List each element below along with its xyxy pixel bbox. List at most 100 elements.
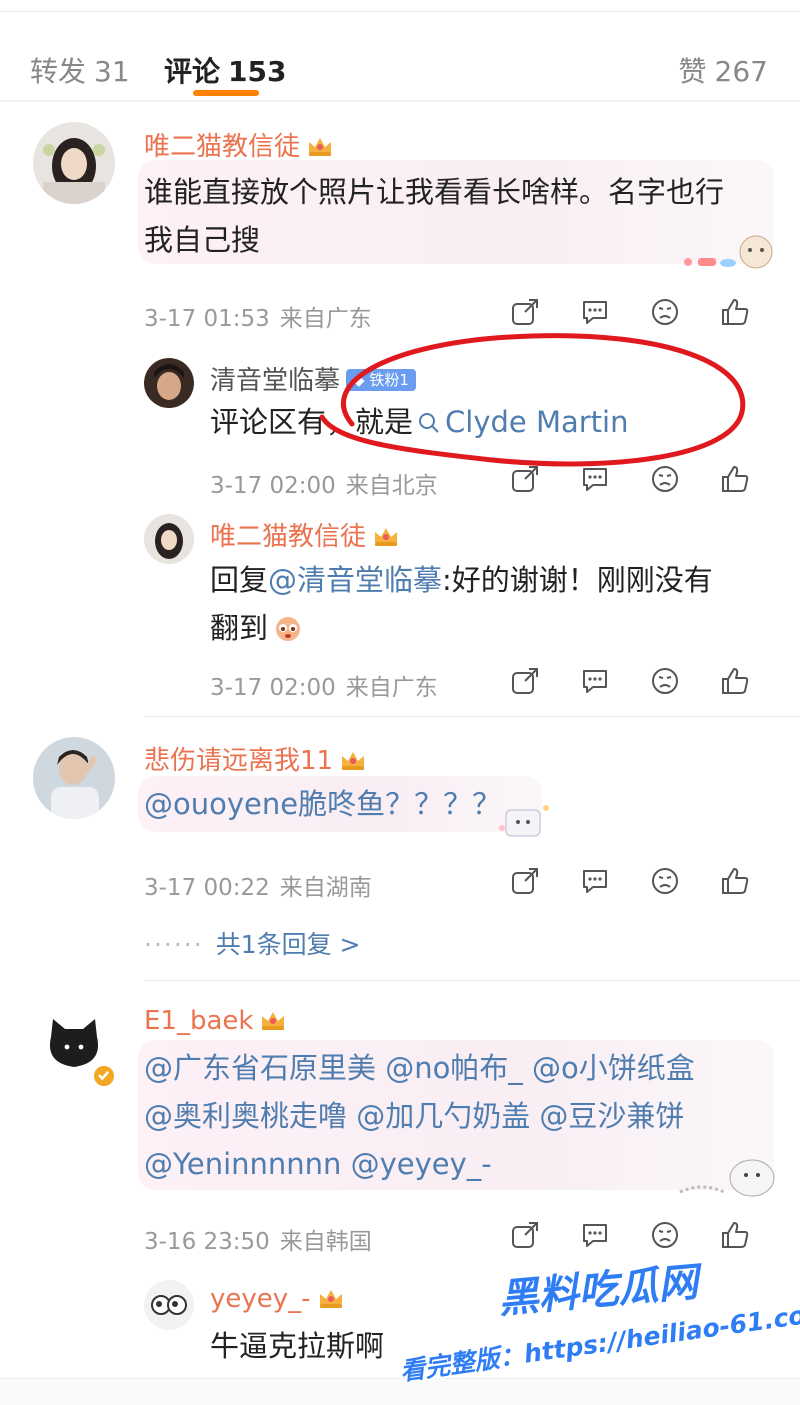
comment-text-line[interactable]: @广东省石原里美 @no帕布_ @o小饼纸盒: [144, 1044, 695, 1092]
share-button[interactable]: [490, 861, 560, 901]
comment-actions: [490, 861, 770, 901]
reply-text: 评论区有，就是 Clyde Martin: [210, 398, 628, 446]
tab-like[interactable]: 赞 267: [679, 50, 768, 90]
fan-badge: ◆ 铁粉1: [346, 369, 416, 391]
search-icon: [419, 413, 439, 433]
reply-button[interactable]: [560, 861, 630, 901]
reply-button[interactable]: [560, 1215, 630, 1255]
comment-location: 来自湖南: [279, 875, 372, 901]
reply-time: 3-17 02:00: [210, 473, 336, 499]
reply-text: 牛逼克拉斯啊: [210, 1322, 384, 1370]
mention-link[interactable]: @ouoyene脆咚鱼？？？？: [144, 787, 501, 821]
fan-badge-label: 铁粉1: [369, 371, 409, 389]
tab-repost-label: 转发: [30, 55, 87, 88]
tab-comment-label: 评论: [164, 55, 221, 88]
avatar[interactable]: [144, 1280, 194, 1330]
comment-text-line[interactable]: @Yeninnnnnn @yeyey_-: [144, 1140, 695, 1188]
active-tab-indicator: [193, 90, 259, 96]
comment-icon: [583, 301, 607, 324]
username-text: 唯二猫教信徒: [144, 132, 301, 162]
username-text: E1_baek: [144, 1006, 254, 1036]
reply-button[interactable]: [560, 292, 630, 332]
comment-time: 3-17 00:22: [144, 875, 270, 901]
like-icon: [722, 668, 749, 694]
comment-username[interactable]: 悲伤请远离我11: [144, 740, 367, 777]
avatar[interactable]: [144, 358, 194, 408]
bottom-bar: [0, 1378, 800, 1405]
like-button[interactable]: [700, 292, 770, 332]
dislike-button[interactable]: [630, 661, 700, 701]
avatar[interactable]: [144, 514, 194, 564]
reply-button[interactable]: [560, 459, 630, 499]
comment-time: 3-16 23:50: [144, 1229, 270, 1255]
reply-meta: 3-17 02:00 来自北京: [210, 466, 438, 500]
dislike-button[interactable]: [630, 459, 700, 499]
tab-divider: [0, 100, 800, 102]
comment-meta: 3-17 00:22 来自湖南: [144, 868, 372, 902]
dislike-button[interactable]: [630, 861, 700, 901]
comment-time: 3-17 01:53: [144, 306, 270, 332]
reply-text-line: 翻到: [210, 611, 269, 645]
like-button[interactable]: [700, 661, 770, 701]
dislike-button[interactable]: [630, 292, 700, 332]
reply-username[interactable]: yeyey_-: [210, 1284, 345, 1314]
share-button[interactable]: [490, 661, 560, 701]
reply-text-line: :好的谢谢！刚刚没有: [442, 563, 713, 597]
comment-icon: [583, 1224, 607, 1247]
search-link[interactable]: Clyde Martin: [413, 405, 628, 439]
comment-meta: 3-16 23:50 来自韩国: [144, 1222, 372, 1256]
reply-time: 3-17 02:00: [210, 675, 336, 701]
tab-like-label: 赞: [678, 55, 707, 88]
comment-icon: [583, 468, 607, 491]
tab-like-count: 267: [714, 55, 768, 88]
username-text: yeyey_-: [210, 1284, 311, 1314]
emoji-icon: [268, 611, 304, 645]
comment-divider: [144, 980, 800, 981]
reply-username[interactable]: 唯二猫教信徒: [210, 516, 400, 553]
reply-actions: [490, 459, 770, 499]
dislike-icon: [652, 668, 678, 694]
like-button[interactable]: [700, 1215, 770, 1255]
comment-text: @广东省石原里美 @no帕布_ @o小饼纸盒 @奥利奥桃走噜 @加几勺奶盖 @豆…: [144, 1044, 695, 1188]
comment-text: 谁能直接放个照片让我看看长啥样。名字也行 我自己搜: [144, 168, 724, 264]
share-icon: [512, 668, 538, 694]
comment-text-line: 谁能直接放个照片让我看看长啥样。名字也行: [144, 175, 725, 209]
username-text: 清音堂临摹: [210, 366, 341, 396]
reply-text-line: 牛逼克拉斯啊: [210, 1329, 385, 1363]
dislike-icon: [652, 466, 678, 492]
comment-icon: [583, 870, 607, 893]
comment-username[interactable]: E1_baek: [144, 1006, 287, 1036]
tab-bar: 转发 31 评论 153 赞 267: [0, 12, 800, 100]
dislike-icon: [652, 299, 678, 325]
like-icon: [722, 466, 749, 492]
like-icon: [722, 1222, 749, 1248]
dislike-icon: [652, 868, 678, 894]
search-term: Clyde Martin: [445, 405, 629, 439]
tab-comment-count: 153: [228, 55, 287, 88]
tab-repost[interactable]: 转发 31: [30, 50, 130, 90]
mention-link[interactable]: @清音堂临摹: [268, 563, 442, 597]
crown-icon: [259, 1008, 287, 1032]
reply-username[interactable]: 清音堂临摹 ◆ 铁粉1: [210, 360, 416, 397]
reply-text-prefix: 评论区有，就是: [210, 405, 414, 439]
comment-icon: [583, 670, 607, 693]
comment-username[interactable]: 唯二猫教信徒: [144, 126, 334, 163]
share-button[interactable]: [490, 292, 560, 332]
reply-button[interactable]: [560, 661, 630, 701]
crown-icon: [317, 1286, 345, 1310]
share-button[interactable]: [490, 459, 560, 499]
like-button[interactable]: [700, 459, 770, 499]
like-button[interactable]: [700, 861, 770, 901]
top-strip: [0, 0, 800, 12]
comment-text-line[interactable]: @奥利奥桃走噜 @加几勺奶盖 @豆沙兼饼: [144, 1092, 695, 1140]
view-replies-link[interactable]: ······ 共1条回复 >: [144, 925, 361, 961]
crown-icon: [372, 524, 400, 548]
bubble-sticker: [676, 228, 786, 282]
avatar[interactable]: [33, 122, 115, 204]
comment-text: @ouoyene脆咚鱼？？？？: [144, 780, 501, 828]
share-icon: [512, 1222, 538, 1248]
share-icon: [512, 868, 538, 894]
share-button[interactable]: [490, 1215, 560, 1255]
avatar[interactable]: [33, 737, 115, 819]
comment-location: 来自韩国: [279, 1229, 372, 1255]
